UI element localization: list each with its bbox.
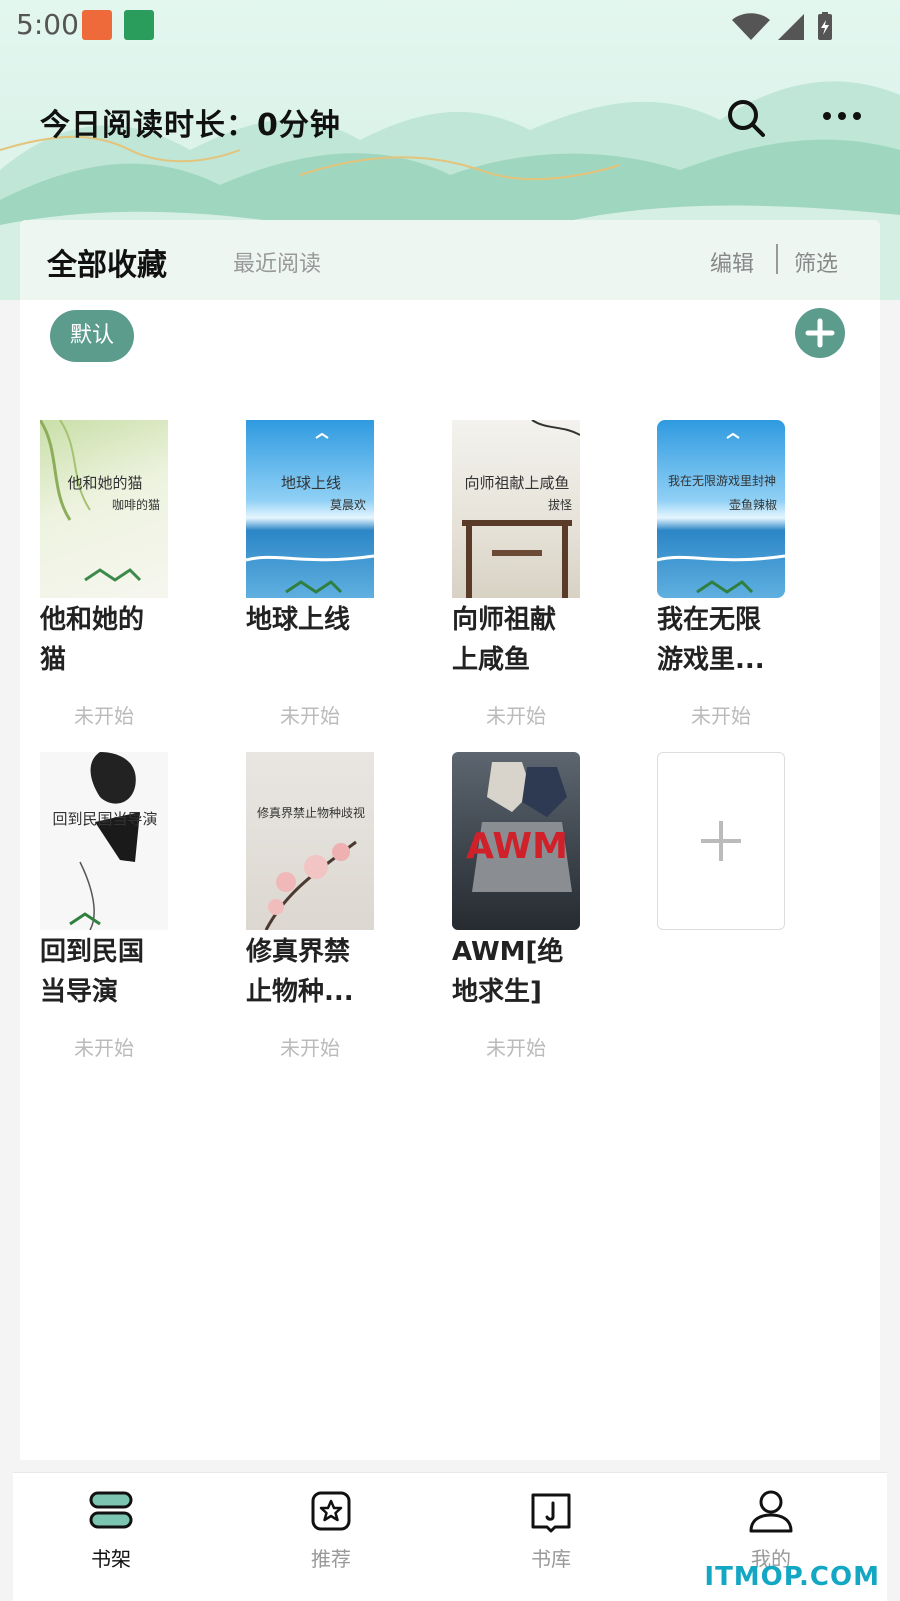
status-time: 5:00 (16, 8, 79, 41)
app-notification-icon (82, 10, 112, 40)
book-status: 未开始 (280, 704, 340, 728)
edit-button[interactable]: 编辑 (710, 246, 754, 278)
book-title: 他和她的猫 (40, 605, 145, 675)
cover-author: 莫晨欢 (329, 498, 366, 512)
cover-author: 拔怪 (547, 498, 572, 512)
reading-time-label: 今日阅读时长：0分钟 (40, 108, 341, 143)
nav-recommend[interactable]: 推荐 (271, 1487, 391, 1572)
nav-profile[interactable]: 我的 (711, 1487, 831, 1572)
nav-label: 推荐 (311, 1547, 351, 1571)
app-notification-icon (124, 10, 154, 40)
more-options-icon[interactable] (822, 106, 862, 130)
star-badge-icon (311, 1491, 351, 1531)
add-group-button[interactable] (795, 308, 845, 358)
plus-icon (805, 318, 835, 348)
cover-title: 地球上线 (280, 474, 341, 492)
book-title: 回到民国 当导演 (40, 937, 145, 1007)
tab-recent-reading[interactable]: 最近阅读 (233, 246, 321, 278)
book-cover[interactable]: AWM (452, 752, 580, 930)
cover-author: 咖啡的猫 (111, 498, 160, 512)
user-icon (749, 1490, 793, 1533)
book-cover[interactable]: 他和她的猫 咖啡的猫 (40, 420, 168, 598)
add-book-button[interactable] (657, 752, 785, 930)
book-title: 修真界禁 止物种... (246, 937, 354, 1007)
cover-title: 他和她的猫 (67, 474, 143, 492)
battery-icon (818, 11, 832, 40)
book-cover[interactable]: 修真界禁止物种歧视 (246, 752, 374, 930)
plus-icon (701, 821, 741, 861)
watermark: ITMOP.COM (704, 1562, 880, 1592)
system-icons (730, 11, 840, 44)
nav-label: 书库 (531, 1547, 571, 1571)
status-bar: 5:00 (0, 0, 900, 50)
cover-title: 修真界禁止物种歧视 (256, 806, 365, 820)
divider (776, 244, 778, 274)
book-title: 地球上线 (246, 605, 351, 635)
book-cover[interactable]: 我在无限游戏里封神 壶鱼辣椒 (657, 420, 785, 598)
cover-title: AWM (466, 826, 568, 867)
top-bar: 今日阅读时长：0分钟 (0, 90, 900, 150)
tab-all-favorites[interactable]: 全部收藏 (47, 240, 167, 284)
default-group-chip[interactable]: 默认 (50, 310, 134, 362)
nav-bookshelf[interactable]: 书架 (51, 1487, 171, 1572)
bookshelf-card: 全部收藏 最近阅读 编辑 筛选 默认 他和她的猫 咖啡的猫 他和她的猫 未开始 (20, 220, 880, 1460)
book-cover[interactable]: 地球上线 莫晨欢 (246, 420, 374, 598)
cover-title: 向师祖献上咸鱼 (464, 474, 570, 492)
book-cover[interactable]: 回到民国当导演 (40, 752, 168, 930)
cover-title: 回到民国当导演 (52, 810, 158, 828)
book-status: 未开始 (486, 1036, 546, 1060)
book-status: 未开始 (486, 704, 546, 728)
cover-title: 我在无限游戏里封神 (667, 474, 776, 488)
book-open-icon (531, 1493, 571, 1533)
book-status: 未开始 (280, 1036, 340, 1060)
book-status: 未开始 (74, 704, 134, 728)
cover-author: 壶鱼辣椒 (728, 498, 777, 512)
book-status: 未开始 (691, 704, 751, 728)
book-title: AWM[绝 地求生] (452, 937, 564, 1007)
bookshelf-icon (89, 1491, 133, 1529)
nav-label: 书架 (91, 1547, 131, 1571)
tabs-strip: 全部收藏 最近阅读 编辑 筛选 (20, 220, 880, 300)
search-icon[interactable] (726, 98, 766, 142)
book-title: 我在无限 游戏里... (657, 605, 765, 675)
wifi-icon (732, 13, 770, 40)
book-status: 未开始 (74, 1036, 134, 1060)
book-cover[interactable]: 向师祖献上咸鱼 拔怪 (452, 420, 580, 598)
signal-icon (778, 14, 804, 40)
filter-button[interactable]: 筛选 (794, 246, 838, 278)
book-title: 向师祖献 上咸鱼 (452, 605, 557, 675)
nav-library[interactable]: 书库 (491, 1487, 611, 1572)
